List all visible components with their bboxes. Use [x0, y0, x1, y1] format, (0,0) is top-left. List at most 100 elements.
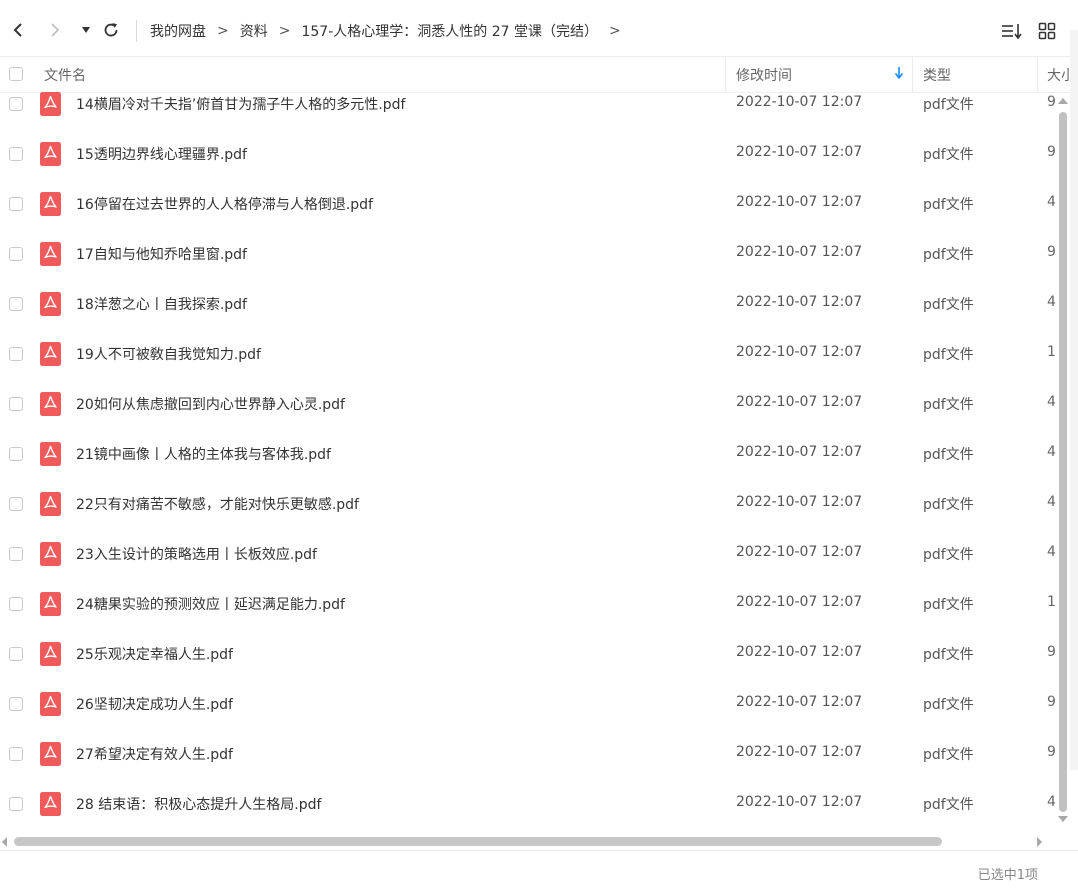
selection-count: 已选中1项: [977, 868, 1038, 883]
file-size: 9: [1047, 144, 1056, 160]
file-size: 4: [1047, 394, 1056, 410]
file-name[interactable]: 27希望决定有效人生.pdf: [76, 744, 233, 764]
file-size: 4: [1047, 494, 1056, 510]
file-modified-time: 2022-10-07 12:07: [736, 194, 863, 210]
sort-icon: [1002, 24, 1022, 40]
vertical-scrollbar[interactable]: [1056, 92, 1070, 830]
file-size: 9: [1047, 244, 1056, 260]
file-size: 1: [1047, 344, 1056, 360]
file-name[interactable]: 26坚韧决定成功人生.pdf: [76, 694, 233, 714]
sort-button[interactable]: [1000, 19, 1024, 43]
file-name[interactable]: 16停留在过去世界的人人格停滞与人格倒退.pdf: [76, 194, 373, 214]
pdf-file-icon: [40, 592, 61, 616]
horizontal-scroll-thumb[interactable]: [14, 837, 942, 846]
refresh-button[interactable]: [99, 18, 123, 42]
file-type: pdf文件: [923, 547, 974, 563]
row-checkbox[interactable]: [9, 497, 23, 511]
pdf-file-icon: [40, 292, 61, 316]
breadcrumb-item-materials[interactable]: 资料: [240, 21, 268, 41]
file-type: pdf文件: [923, 147, 974, 163]
pdf-file-icon: [40, 142, 61, 166]
horizontal-scrollbar[interactable]: [0, 832, 1056, 848]
back-button[interactable]: [6, 18, 30, 42]
file-name[interactable]: 22只有对痛苦不敏感，才能对快乐更敏感.pdf: [76, 494, 359, 514]
file-size: 4: [1047, 444, 1056, 460]
file-name[interactable]: 23入生设计的策略选用丨长板效应.pdf: [76, 544, 317, 564]
pdf-file-icon: [40, 492, 61, 516]
row-checkbox[interactable]: [9, 247, 23, 261]
row-checkbox[interactable]: [9, 347, 23, 361]
file-name[interactable]: 19人不可被敎自我觉知力.pdf: [76, 344, 261, 364]
dropdown-caret-icon: [82, 27, 90, 33]
breadcrumb-expand-arrow[interactable]: >: [609, 23, 621, 39]
row-checkbox[interactable]: [9, 397, 23, 411]
chevron-right-icon: [51, 23, 60, 37]
file-name[interactable]: 28 结束语：积极心态提升人生格局.pdf: [76, 794, 321, 814]
file-modified-time: 2022-10-07 12:07: [736, 444, 863, 460]
row-checkbox[interactable]: [9, 597, 23, 611]
file-modified-time: 2022-10-07 12:07: [736, 594, 863, 610]
file-name[interactable]: 20如何从焦虑撤回到内心世界静入心灵.pdf: [76, 394, 345, 414]
chevron-left-icon: [13, 23, 22, 37]
file-name[interactable]: 18洋葱之心丨自我探索.pdf: [76, 294, 247, 314]
file-name[interactable]: 24糖果实验的预测效应丨延迟满足能力.pdf: [76, 594, 345, 614]
scroll-up-arrow-icon[interactable]: [1058, 98, 1068, 104]
breadcrumb-item-my-drive[interactable]: 我的网盘: [150, 21, 206, 41]
file-modified-time: 2022-10-07 12:07: [736, 344, 863, 360]
breadcrumb-separator: >: [217, 23, 229, 39]
file-size: 9: [1047, 694, 1056, 710]
history-dropdown-button[interactable]: [74, 18, 98, 42]
file-size: 9: [1047, 744, 1056, 760]
scroll-left-arrow-icon[interactable]: [2, 837, 7, 847]
file-name[interactable]: 14横眉冷对千夫指’俯首甘为孺子牛人格的多元性.pdf: [76, 94, 405, 114]
file-type: pdf文件: [923, 297, 974, 313]
column-divider[interactable]: [1037, 56, 1038, 92]
file-row[interactable]: 28 结束语：积极心态提升人生格局.pdf 2022-10-07 12:07 p…: [0, 792, 1056, 830]
pdf-file-icon: [40, 392, 61, 416]
pdf-file-icon: [40, 192, 61, 216]
scroll-thumb[interactable]: [1059, 112, 1067, 812]
file-list: 14横眉冷对千夫指’俯首甘为孺子牛人格的多元性.pdf 2022-10-07 1…: [0, 92, 1056, 830]
forward-button[interactable]: [43, 18, 67, 42]
breadcrumb-separator: >: [278, 23, 291, 39]
file-name[interactable]: 21镜中画像丨人格的主体我与客体我.pdf: [76, 444, 331, 464]
row-checkbox[interactable]: [9, 547, 23, 561]
row-checkbox[interactable]: [9, 647, 23, 661]
sort-descending-arrow-icon: [894, 67, 904, 80]
row-checkbox[interactable]: [9, 797, 23, 811]
file-modified-time: 2022-10-07 12:07: [736, 494, 863, 510]
row-checkbox[interactable]: [9, 297, 23, 311]
column-divider[interactable]: [912, 56, 913, 92]
breadcrumb-item-current-folder[interactable]: 157-人格心理学：洞悉人性的 27 堂课（完结）: [301, 21, 598, 41]
pdf-file-icon: [40, 692, 61, 716]
file-name[interactable]: 15透明边界线心理疆界.pdf: [76, 144, 247, 164]
column-type-header[interactable]: 类型: [923, 65, 951, 85]
row-checkbox[interactable]: [9, 147, 23, 161]
top-toolbar: 我的网盘 > 资料 > 157-人格心理学：洞悉人性的 27 堂课（完结） >: [0, 6, 1078, 57]
file-name[interactable]: 25乐观决定幸福人生.pdf: [76, 644, 233, 664]
file-name[interactable]: 17自知与他知乔哈里窗.pdf: [76, 244, 247, 264]
column-mtime-header[interactable]: 修改时间: [736, 65, 792, 85]
toolbar-divider: [136, 20, 137, 42]
column-name-header[interactable]: 文件名: [44, 65, 86, 85]
pdf-file-icon: [40, 742, 61, 766]
pdf-file-icon: [40, 342, 61, 366]
file-type: pdf文件: [923, 697, 974, 713]
row-checkbox[interactable]: [9, 97, 23, 111]
column-divider[interactable]: [725, 56, 726, 92]
row-checkbox[interactable]: [9, 747, 23, 761]
row-checkbox[interactable]: [9, 697, 23, 711]
select-all-checkbox[interactable]: [9, 67, 23, 81]
file-type: pdf文件: [923, 97, 974, 113]
file-type: pdf文件: [923, 397, 974, 413]
pdf-file-icon: [40, 442, 61, 466]
grid-view-button[interactable]: [1035, 19, 1059, 43]
pdf-file-icon: [40, 242, 61, 266]
scroll-down-arrow-icon[interactable]: [1058, 816, 1068, 822]
file-modified-time: 2022-10-07 12:07: [736, 544, 863, 560]
row-checkbox[interactable]: [9, 447, 23, 461]
scroll-right-arrow-icon[interactable]: [1037, 837, 1042, 847]
breadcrumb: 我的网盘 > 资料 > 157-人格心理学：洞悉人性的 27 堂课（完结） >: [150, 20, 632, 42]
file-size: 4: [1047, 194, 1056, 210]
row-checkbox[interactable]: [9, 197, 23, 211]
